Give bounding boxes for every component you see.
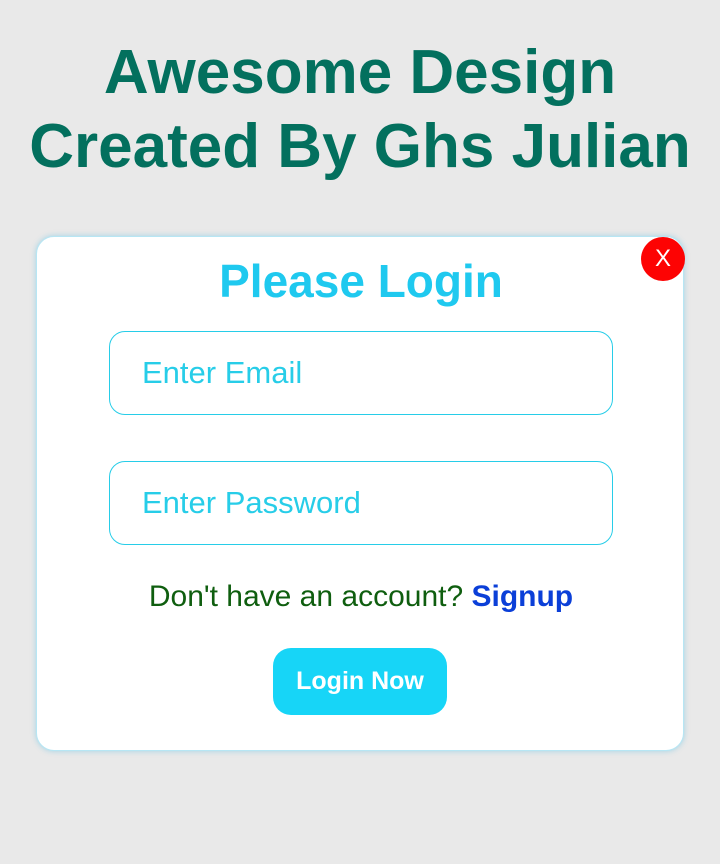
signup-row: Don't have an account? Signup bbox=[37, 577, 685, 617]
signup-prompt: Don't have an account? bbox=[148, 580, 472, 613]
login-title: Please Login bbox=[219, 255, 503, 307]
signup-link[interactable]: Signup bbox=[471, 580, 573, 613]
email-field[interactable] bbox=[109, 331, 613, 415]
password-field[interactable] bbox=[109, 461, 613, 545]
page-title-line-1: Awesome Design bbox=[103, 38, 617, 107]
page-title: Awesome Design Created By Ghs Julian bbox=[0, 36, 720, 184]
login-card: X Please Login Don't have an account? Si… bbox=[36, 236, 685, 751]
page-title-line-2: Created By Ghs Julian bbox=[29, 112, 691, 181]
login-button[interactable]: Login Now bbox=[273, 648, 447, 715]
